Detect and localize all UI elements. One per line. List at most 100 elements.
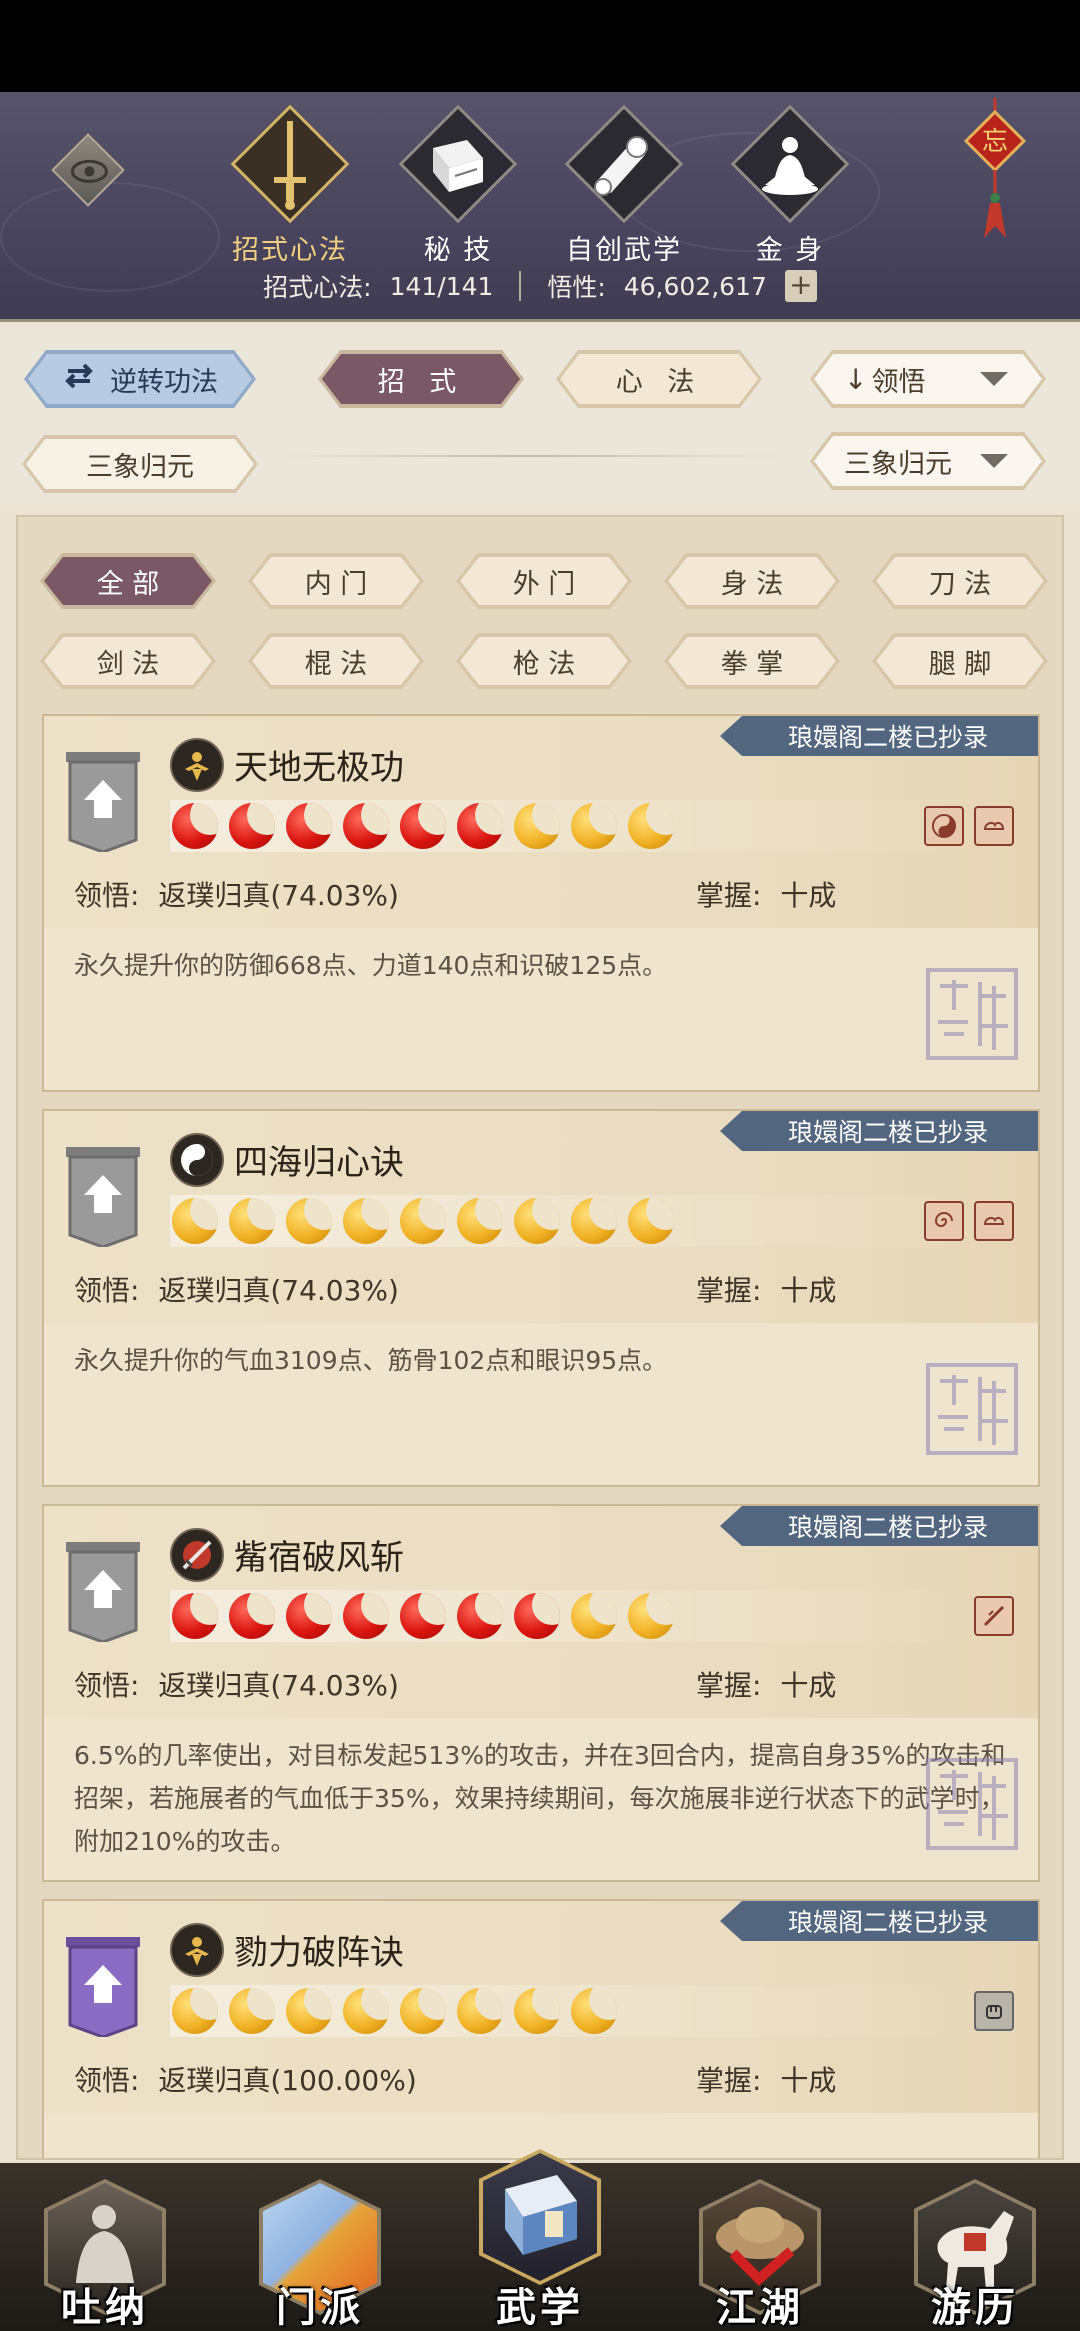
mastery-label: 掌握: <box>696 1669 762 1702</box>
seal-stamp-icon <box>926 1363 1018 1455</box>
yin-yang-icon <box>924 806 964 846</box>
bottom-tab-sect[interactable]: 门派 <box>245 2163 395 2331</box>
category-tab-fist[interactable]: 拳 掌 <box>664 633 840 689</box>
comprehension-label: 领悟: <box>74 879 140 912</box>
nav-tab-moves[interactable]: 招式心法 <box>222 104 352 266</box>
bead-gold <box>628 1198 674 1244</box>
bottom-tab-label: 吐纳 <box>61 2285 149 2331</box>
bottom-tab-jianghu[interactable]: 江湖 <box>685 2163 835 2331</box>
bead-red <box>172 1593 218 1639</box>
skill-name: 勠力破阵诀 <box>234 1933 404 1973</box>
category-tab-blade[interactable]: 刀 法 <box>872 553 1048 609</box>
bottom-tab-label: 江湖 <box>716 2285 804 2331</box>
bead-red <box>343 1593 389 1639</box>
reverse-method-button[interactable]: 逆转功法 <box>24 350 256 408</box>
skill-description: 6.5%的几率使出，对目标发起513%的攻击，并在3回合内，提高自身35%的攻击… <box>44 1718 1038 1880</box>
bead-red <box>514 1593 560 1639</box>
rank-banner-icon <box>66 1937 140 2037</box>
divider <box>270 455 790 457</box>
skill-description: 永久提升你的防御668点、力道140点和识破125点。 <box>44 928 1038 1090</box>
bead-gold <box>229 1988 275 2034</box>
category-tab-leg[interactable]: 腿 脚 <box>872 633 1048 689</box>
skill-stats-row: 领悟: 返璞归真(74.03%) 掌握: 十成 <box>74 1664 1004 1704</box>
add-insight-button[interactable]: + <box>784 270 817 302</box>
copied-ribbon: 琅嬛阁二楼已抄录 <box>720 716 1038 756</box>
bead-red <box>229 803 275 849</box>
arrow-down-icon: ↓ <box>844 362 868 396</box>
tab-moves[interactable]: 招 式 <box>318 350 524 408</box>
attribute-marks <box>974 1991 1014 2031</box>
bead-gold <box>229 1198 275 1244</box>
bead-gold <box>628 1593 674 1639</box>
category-label: 外 门 <box>512 568 576 600</box>
sort-dropdown[interactable]: ↓ 领悟 <box>810 350 1046 408</box>
comprehension-label: 领悟: <box>74 1669 140 1702</box>
header: 招式心法 秘 技 自创武学 金 身 忘 招式心法: 141/141 悟性: 46… <box>0 92 1080 322</box>
bead-gold <box>514 1988 560 2034</box>
insight-value: 46,602,617 <box>623 271 767 301</box>
moves-count-value: 141/141 <box>389 271 494 301</box>
category-tab-all[interactable]: 全 部 <box>40 553 216 609</box>
bead-red <box>457 803 503 849</box>
category-tab-staff[interactable]: 棍 法 <box>248 633 424 689</box>
nav-tab-label: 招式心法 <box>232 235 348 266</box>
skill-card[interactable]: 琅嬛阁二楼已抄录 四海归心诀 领悟: 返璞归真(74.03%) 掌握: 十成 永… <box>42 1109 1040 1487</box>
comprehension-value: 返璞归真(74.03%) <box>158 879 399 912</box>
bead-red <box>457 1593 503 1639</box>
category-tab-inner[interactable]: 内 门 <box>248 553 424 609</box>
eye-icon <box>70 159 108 183</box>
mastery-value: 十成 <box>780 2064 837 2097</box>
copied-ribbon: 琅嬛阁二楼已抄录 <box>720 1111 1038 1151</box>
fist-icon <box>974 1991 1014 2031</box>
nav-tab-self-created[interactable]: 自创武学 <box>556 104 686 266</box>
category-label: 身 法 <box>720 568 784 600</box>
sword-icon <box>222 116 358 216</box>
bead-gold <box>628 803 674 849</box>
bottom-tab-breathing[interactable]: 吐纳 <box>30 2163 180 2331</box>
status-bar <box>0 0 1080 92</box>
bead-red <box>286 803 332 849</box>
skill-type-icon <box>170 738 224 792</box>
skill-card[interactable]: 琅嬛阁二楼已抄录 天地无极功 领悟: 返璞归真(74.03%) 掌握: 十成 永… <box>42 714 1040 1092</box>
bead-gold <box>343 1988 389 2034</box>
category-label: 棍 法 <box>304 648 368 680</box>
category-label: 腿 脚 <box>928 648 992 680</box>
bottom-tab-martial-arts[interactable]: 武学 <box>465 2133 615 2331</box>
bead-gold <box>571 1593 617 1639</box>
nav-tab-golden-body[interactable]: 金 身 <box>722 104 852 266</box>
bead-red <box>229 1593 275 1639</box>
charm-button[interactable]: 忘 <box>960 98 1030 248</box>
comprehension-value: 返璞归真(74.03%) <box>158 1669 399 1702</box>
skill-level-beads <box>170 800 980 852</box>
attribute-marks <box>924 1201 1014 1241</box>
comprehension-value: 返璞归真(100.00%) <box>158 2064 417 2097</box>
category-tab-sword[interactable]: 剑 法 <box>40 633 216 689</box>
rank-banner-icon <box>66 1147 140 1247</box>
skill-card[interactable]: 琅嬛阁二楼已抄录 觜宿破风斩 领悟: 返璞归真(74.03%) 掌握: 十成 6… <box>42 1504 1040 1882</box>
bead-gold <box>172 1988 218 2034</box>
category-tab-spear[interactable]: 枪 法 <box>456 633 632 689</box>
filter-left-button[interactable]: 三象归元 <box>22 435 258 493</box>
category-tab-outer[interactable]: 外 门 <box>456 553 632 609</box>
charm-character: 忘 <box>982 127 1008 157</box>
mastery-label: 掌握: <box>696 1274 762 1307</box>
category-tab-movement[interactable]: 身 法 <box>664 553 840 609</box>
tab-mind-method[interactable]: 心 法 <box>556 350 762 408</box>
seal-stamp-icon <box>926 968 1018 1060</box>
bottom-tab-travel[interactable]: 游历 <box>900 2163 1050 2331</box>
category-label: 剑 法 <box>96 648 160 680</box>
skill-card[interactable]: 琅嬛阁二楼已抄录 勠力破阵诀 领悟: 返璞归真(100.00%) 掌握: 十成 <box>42 1899 1040 2158</box>
skill-stats-row: 领悟: 返璞归真(74.03%) 掌握: 十成 <box>74 1269 1004 1309</box>
copied-ribbon: 琅嬛阁二楼已抄录 <box>720 1901 1038 1941</box>
mastery-label: 掌握: <box>696 879 762 912</box>
bead-gold <box>400 1988 446 2034</box>
nav-tab-secret[interactable]: 秘 技 <box>390 104 520 266</box>
bead-gold <box>514 1198 560 1244</box>
nav-tab-label: 金 身 <box>755 235 825 266</box>
cloud-icon <box>974 806 1014 846</box>
reverse-method-label: 逆转功法 <box>110 366 218 398</box>
swap-icon <box>62 362 96 397</box>
slash-icon <box>974 1596 1014 1636</box>
sort-dropdown-label: 领悟 <box>871 366 926 398</box>
filter-dropdown[interactable]: 三象归元 <box>810 432 1046 490</box>
